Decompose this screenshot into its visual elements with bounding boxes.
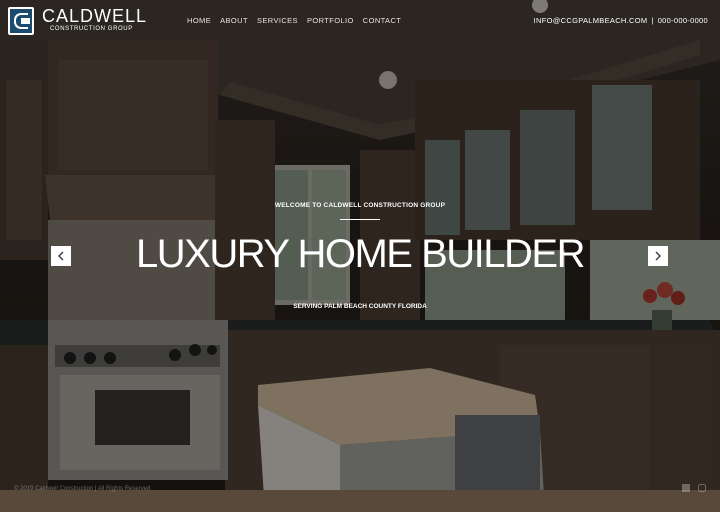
- chevron-left-icon: [57, 251, 64, 261]
- chevron-right-icon: [655, 251, 662, 261]
- nav-portfolio[interactable]: PORTFOLIO: [307, 16, 354, 25]
- contact-info: INFO@CCGPALMBEACH.COM | 000-000-0000: [534, 16, 708, 25]
- slider-next-button[interactable]: [648, 246, 668, 266]
- social-links: [682, 484, 706, 492]
- site-header: CALDWELL CONSTRUCTION GROUP HOME ABOUT S…: [0, 0, 720, 44]
- nav-services[interactable]: SERVICES: [257, 16, 298, 25]
- facebook-icon[interactable]: [682, 484, 690, 492]
- brand-title[interactable]: CALDWELL: [42, 6, 147, 27]
- hero-welcome: WELCOME TO CALDWELL CONSTRUCTION GROUP: [274, 202, 446, 209]
- contact-email[interactable]: INFO@CCGPALMBEACH.COM: [534, 16, 648, 25]
- brand-subtitle: CONSTRUCTION GROUP: [50, 26, 133, 32]
- contact-separator: |: [651, 16, 654, 25]
- footer-copyright: © 2019 Caldwell Construction | All Right…: [14, 486, 151, 492]
- slider-prev-button[interactable]: [51, 246, 71, 266]
- instagram-icon[interactable]: [698, 484, 706, 492]
- logo-icon[interactable]: [8, 7, 34, 35]
- nav-about[interactable]: ABOUT: [220, 16, 248, 25]
- contact-phone[interactable]: 000-000-0000: [658, 16, 708, 25]
- hero-serving: SERVING PALM BEACH COUNTY FLORIDA: [293, 303, 427, 310]
- hero-divider: [340, 219, 380, 220]
- nav-home[interactable]: HOME: [187, 16, 211, 25]
- main-nav: HOME ABOUT SERVICES PORTFOLIO CONTACT: [187, 16, 401, 25]
- nav-contact[interactable]: CONTACT: [363, 16, 402, 25]
- hero-headline: LUXURY HOME BUILDER: [136, 232, 585, 276]
